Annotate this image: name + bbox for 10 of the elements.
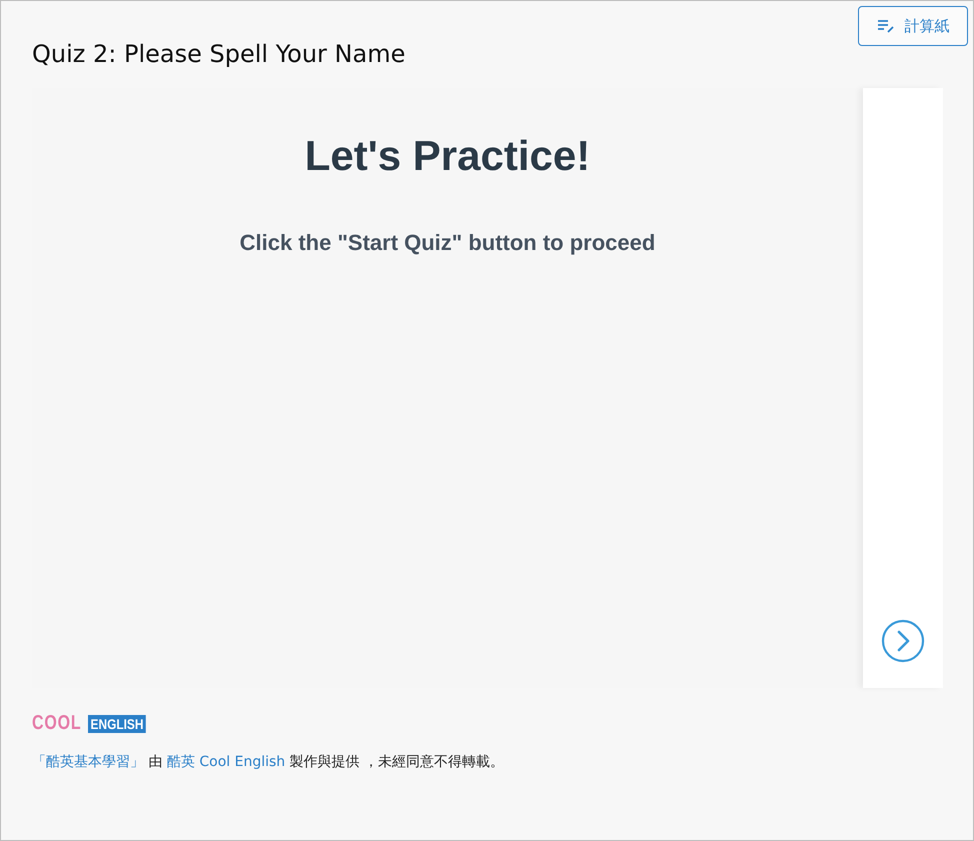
credit-link[interactable]: 酷英 Cool English [166, 754, 286, 770]
credit-link[interactable]: 「酷英基本學習」 [32, 754, 144, 770]
quiz-heading: Let's Practice! [304, 132, 590, 180]
scratch-paper-button[interactable]: 計算紙 [858, 6, 968, 46]
quiz-instruction: Click the "Start Quiz" button to proceed [240, 230, 656, 256]
logo-text: COOL [32, 712, 82, 735]
edit-note-icon [876, 19, 894, 33]
credit-text: 「酷英基本學習」 由 酷英 Cool English 製作與提供 ，未經同意不得轉載。 [32, 753, 506, 771]
logo-text: ENGLISH [88, 714, 146, 732]
page-title: Quiz 2: Please Spell Your Name [32, 40, 406, 70]
